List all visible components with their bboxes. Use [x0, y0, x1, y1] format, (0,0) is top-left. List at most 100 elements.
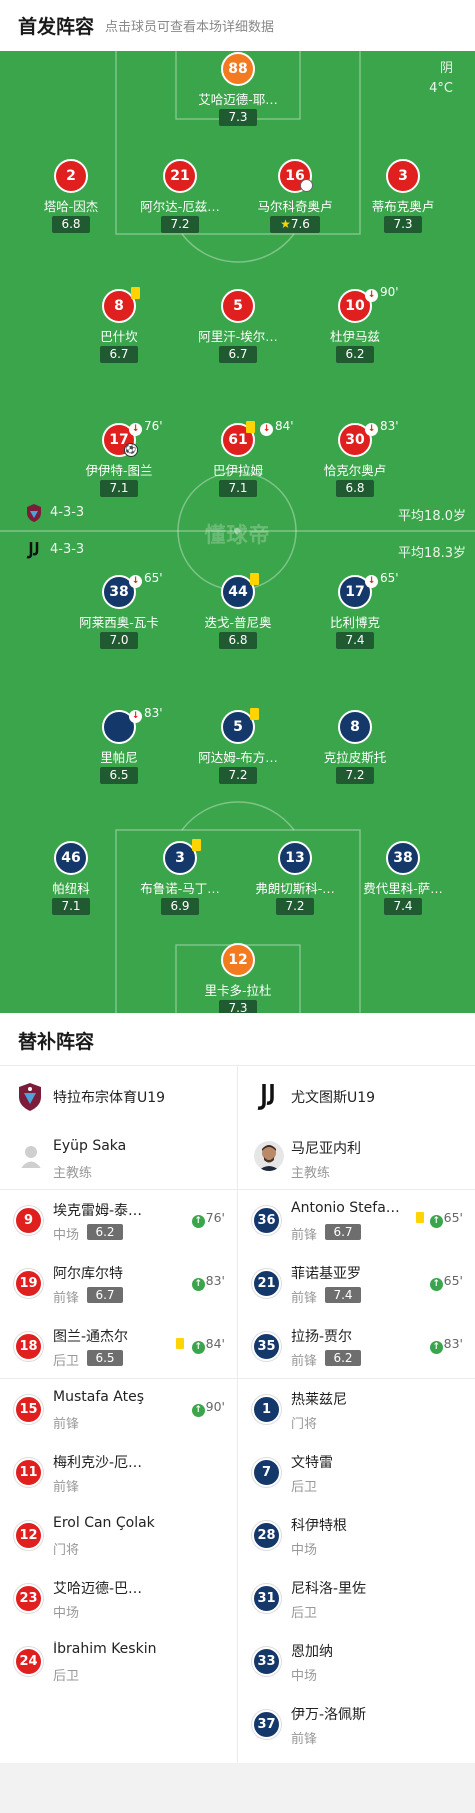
substitutes-section: 替补阵容 特拉布宗体育U19 Eyüp Saka 主教练 9 埃克雷姆-泰… 中… — [0, 1013, 475, 1763]
sub-player-row[interactable]: 36 Antonio Stefa… 前锋 6.7 ↑ 65' — [238, 1189, 475, 1252]
player-rating: 6.5 — [100, 767, 138, 784]
sub-out-minute: 65' — [380, 571, 399, 585]
sub-player-row[interactable]: 7 文特雷 后卫 — [238, 1441, 475, 1504]
home-player-10[interactable]: 10 ↓ 90' 杜伊马兹 6.2 — [297, 285, 413, 371]
sub-player-row[interactable]: 37 伊万-洛佩斯 前锋 — [238, 1693, 475, 1756]
sub-out-minute: 76' — [144, 419, 163, 433]
home-player-17[interactable]: 17 ↓ 76' ⚽ 伊伊特-图兰 7.1 — [61, 419, 177, 505]
sub-player-row[interactable]: 18 图兰-通杰尔 后卫 6.5 ↑ 84' — [0, 1315, 237, 1378]
sub-player-row[interactable]: 28 科伊特根 中场 — [238, 1504, 475, 1567]
away-player-8[interactable]: 8 克拉皮斯托 7.2 — [297, 710, 413, 792]
sub-player-row[interactable]: 15 Mustafa Ateş 前锋 ↑ 90' — [0, 1378, 237, 1441]
player-rating: 7.1 — [52, 898, 90, 915]
sub-in-icon: ↑ — [191, 1215, 205, 1228]
player-rating: 7.2 — [276, 898, 314, 915]
sub-in-time: ↑ 65' — [429, 1210, 463, 1228]
sub-number: 21 — [252, 1269, 281, 1298]
sub-out-icon: ↓ — [365, 289, 378, 302]
away-team-name: 尤文图斯U19 — [291, 1090, 376, 1106]
player-name: 阿里汗-埃尔… — [198, 329, 278, 344]
home-team-crest-icon — [19, 1083, 41, 1111]
player-number: 38 — [386, 841, 420, 875]
sub-player-row[interactable]: 9 埃克雷姆-泰… 中场 6.2 ↑ 76' — [0, 1189, 237, 1252]
home-team-crest-icon — [27, 504, 41, 522]
home-player-16[interactable]: 16 马尔科奇奥卢 ★7.6 — [237, 159, 353, 241]
home-player-8[interactable]: 8 巴什坎 6.7 — [61, 287, 177, 371]
sub-position: 中场 — [53, 1228, 80, 1243]
away-player-17[interactable]: 17 ↓ 65' 比利博克 7.4 — [297, 571, 413, 657]
away-player-46[interactable]: 46 帕纽科 7.1 — [13, 841, 129, 923]
player-rating: 7.1 — [219, 480, 257, 497]
sub-out-minute: 83' — [144, 706, 163, 720]
sub-in-time: ↑ 76' — [191, 1210, 225, 1228]
sub-player-row[interactable]: 24 İbrahim Keskin 后卫 — [0, 1630, 237, 1693]
away-player-ripani[interactable]: ↓ 83' 里帕尼 6.5 — [61, 706, 177, 792]
player-name: 恰克尔奥卢 — [323, 463, 387, 478]
away-player-44[interactable]: 44 迭戈-普尼奥 6.8 — [180, 573, 296, 657]
player-name: 比利博克 — [329, 615, 380, 630]
sub-out-icon: ↓ — [365, 575, 378, 588]
sub-player-row[interactable]: 19 阿尔库尔特 前锋 6.7 ↑ 83' — [0, 1252, 237, 1315]
away-player-38[interactable]: 38 ↓ 65' 阿莱西奥-瓦卡 7.0 — [61, 571, 177, 657]
sub-player-row[interactable]: 21 菲诺基亚罗 前锋 7.4 ↑ 65' — [238, 1252, 475, 1315]
home-team-row[interactable]: 特拉布宗体育U19 — [0, 1065, 237, 1125]
player-number: 12 — [221, 943, 255, 977]
home-player-88[interactable]: 88 艾哈迈德-耶… 7.3 — [180, 52, 296, 134]
home-avg-age: 平均18.0岁 — [398, 509, 466, 524]
subs-title: 替补阵容 — [18, 1031, 95, 1053]
sub-player-row[interactable]: 11 梅利克沙-厄… 前锋 — [0, 1441, 237, 1504]
sub-player-row[interactable]: 1 热莱兹尼 门将 — [238, 1378, 475, 1441]
player-rating: 7.1 — [100, 480, 138, 497]
sub-player-row[interactable]: 12 Erol Can Çolak 门将 — [0, 1504, 237, 1567]
home-player-30[interactable]: 30 ↓ 83' 恰克尔奥卢 6.8 — [297, 419, 413, 505]
sub-out-minute: 90' — [380, 285, 399, 299]
player-number: 8 — [338, 710, 372, 744]
player-name: 巴什坎 — [100, 329, 138, 344]
sub-in-time: ↑ 83' — [191, 1273, 225, 1291]
sub-out-icon: ↓ — [129, 423, 142, 436]
away-player-3[interactable]: 3 布鲁诺-马丁… 6.9 — [122, 839, 238, 923]
sub-out-indicator: ↓ 65' — [129, 571, 163, 588]
player-name: 阿达姆-布方… — [198, 750, 278, 765]
sub-player-row[interactable]: 23 艾哈迈德-巴… 中场 — [0, 1567, 237, 1630]
sub-number: 15 — [14, 1395, 43, 1424]
sub-name: 艾哈迈德-巴… — [53, 1581, 143, 1597]
home-player-21[interactable]: 21 阿尔达-厄兹… 7.2 — [122, 159, 238, 241]
lineup-page: 首发阵容 点击球员可查看本场详细数据 阴 4°C 懂球帝 4-3-3 平均18.… — [0, 0, 475, 1813]
home-player-2[interactable]: 2 塔哈-因杰 6.8 — [13, 159, 129, 241]
player-rating: 6.9 — [161, 898, 199, 915]
sub-name: İbrahim Keskin — [53, 1641, 157, 1657]
player-name: 伊伊特-图兰 — [85, 463, 153, 478]
yellow-card-icon — [176, 1338, 184, 1349]
sub-number: 35 — [252, 1332, 281, 1361]
home-player-61[interactable]: 61 ↓ 84' 巴伊拉姆 7.1 — [180, 419, 296, 505]
sub-number: 7 — [252, 1458, 281, 1487]
away-coach-row[interactable]: 马尼亚内利 主教练 — [238, 1125, 475, 1189]
sub-player-row[interactable]: 35 拉扬-贾尔 前锋 6.2 ↑ 83' — [238, 1315, 475, 1378]
away-player-38b[interactable]: 38 费代里科-萨… 7.4 — [345, 841, 461, 923]
sub-in-minute: 84' — [205, 1336, 225, 1351]
sub-in-time: ↑ 84' — [191, 1336, 225, 1354]
sub-name: 科伊特根 — [291, 1518, 347, 1534]
home-coach-row[interactable]: Eyüp Saka 主教练 — [0, 1125, 237, 1189]
player-name: 阿莱西奥-瓦卡 — [79, 615, 159, 630]
sub-in-time: ↑ 65' — [429, 1273, 463, 1291]
sub-player-row[interactable]: 31 尼科洛-里佐 后卫 — [238, 1567, 475, 1630]
lineup-header: 首发阵容 点击球员可查看本场详细数据 — [0, 0, 475, 51]
home-player-3[interactable]: 3 蒂布克奥卢 7.3 — [345, 159, 461, 241]
sub-position: 后卫 — [291, 1606, 318, 1621]
sub-player-row[interactable]: 33 恩加纳 中场 — [238, 1630, 475, 1693]
sub-in-time: ↑ 90' — [191, 1399, 225, 1417]
sub-out-indicator: ↓ 83' — [129, 706, 163, 723]
home-player-5[interactable]: 5 阿里汗-埃尔… 6.7 — [180, 289, 296, 371]
player-name: 塔哈-因杰 — [43, 199, 99, 214]
player-rating: 7.3 — [219, 1000, 257, 1013]
away-player-12[interactable]: 12 里卡多-拉杜 7.3 — [180, 943, 296, 1013]
yellow-card-icon — [131, 287, 140, 299]
sub-out-indicator: ↓ 90' — [365, 285, 399, 302]
sub-position: 前锋 — [291, 1354, 318, 1369]
away-team-row[interactable]: 尤文图斯U19 — [238, 1065, 475, 1125]
away-player-5[interactable]: 5 阿达姆-布方… 7.2 — [180, 708, 296, 792]
away-team-crest-icon — [257, 1084, 274, 1110]
away-player-13[interactable]: 13 弗朗切斯科-… 7.2 — [237, 841, 353, 923]
